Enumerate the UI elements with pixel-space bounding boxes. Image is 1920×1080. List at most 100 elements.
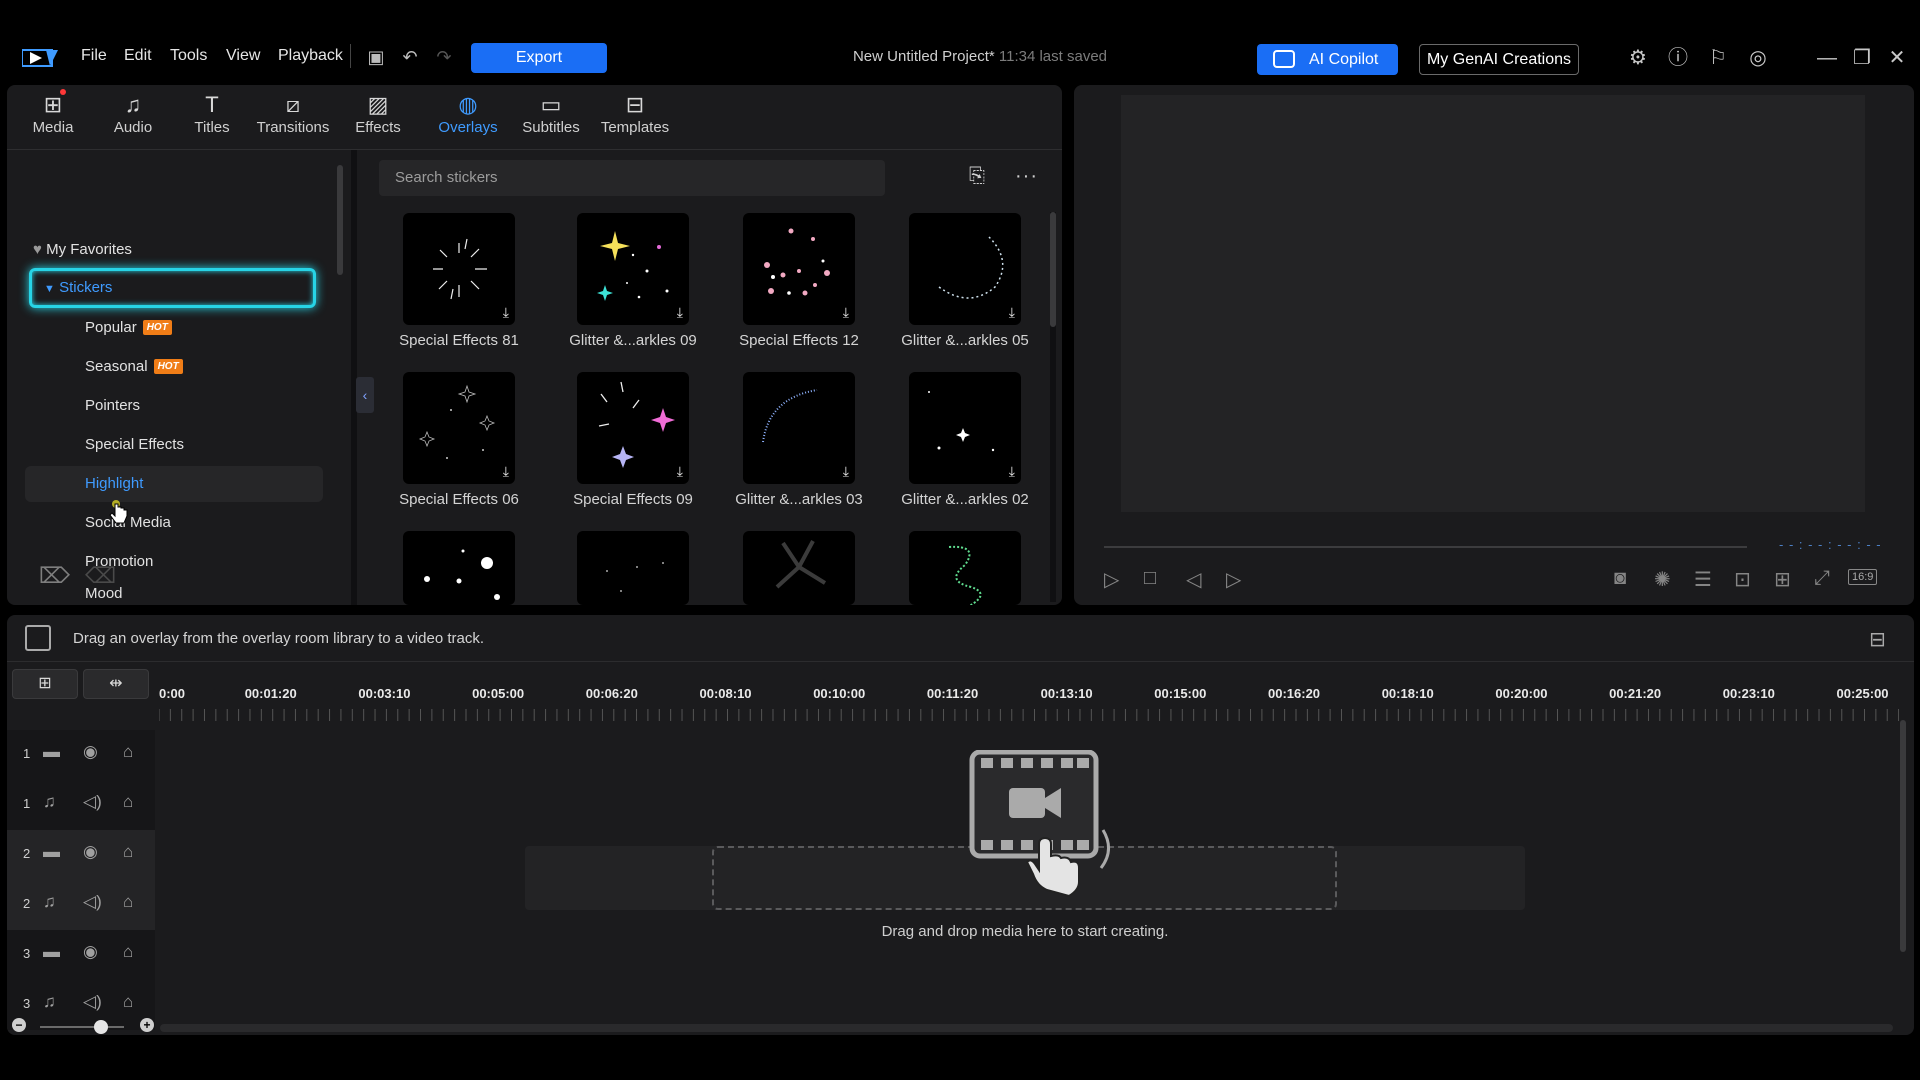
zoom-slider[interactable] <box>40 1026 124 1028</box>
lock-icon[interactable]: ⌂ <box>123 942 133 962</box>
lock-icon[interactable]: ⌂ <box>123 742 133 762</box>
menu-playback[interactable]: Playback <box>278 47 343 65</box>
tree-item-stickers[interactable]: ▼ Stickers <box>29 268 316 308</box>
tree-item-highlight[interactable]: Highlight <box>29 466 319 502</box>
tree-item-popular[interactable]: Popular HOT <box>29 310 319 346</box>
track-row-audio[interactable]: 1 ♫ ◁) ⌂ <box>7 780 155 830</box>
playback-progress-bar[interactable] <box>1104 546 1747 548</box>
menu-file[interactable]: File <box>81 47 107 65</box>
layout-icon[interactable]: ⊞ <box>1774 567 1791 592</box>
sticker-thumbnail[interactable]: ⤓ <box>909 372 1021 484</box>
tab-subtitles[interactable]: ▭ Subtitles <box>506 85 596 149</box>
track-row-video[interactable]: 3 ▬ ◉ ⌂ <box>7 930 155 980</box>
play-icon[interactable]: ▷ <box>1104 567 1119 592</box>
lock-icon[interactable]: ⌂ <box>123 792 133 812</box>
timeline-vertical-scrollbar[interactable] <box>1900 720 1906 952</box>
tree-item-special-effects[interactable]: Special Effects <box>29 427 319 463</box>
speaker-icon[interactable]: ◁) <box>83 892 102 912</box>
help-icon[interactable]: ⓘ <box>1666 46 1690 70</box>
search-input[interactable]: Search stickers <box>379 160 885 196</box>
close-icon[interactable]: ✕ <box>1885 46 1909 70</box>
speaker-icon[interactable]: ◁) <box>83 792 102 812</box>
sticker-thumbnail[interactable] <box>743 531 855 605</box>
zoom-preview-icon[interactable]: ⊡ <box>1734 567 1751 592</box>
download-icon[interactable]: ⤓ <box>677 304 683 321</box>
more-options-icon[interactable]: ··· <box>1015 165 1038 188</box>
restore-icon[interactable]: ❐ <box>1850 46 1874 70</box>
tab-overlays[interactable]: ◍ Overlays <box>423 85 513 149</box>
grid-scrollbar[interactable] <box>1050 212 1056 602</box>
import-sticker-icon[interactable]: ⎘ <box>969 165 985 188</box>
sticker-thumbnail[interactable]: ⤓ <box>403 213 515 325</box>
tab-templates[interactable]: ⊟ Templates <box>590 85 680 149</box>
download-icon[interactable]: ⤓ <box>1009 463 1015 480</box>
tree-item-my-favorites[interactable]: ♥ My Favorites <box>33 232 323 268</box>
download-icon[interactable]: ⤓ <box>503 463 509 480</box>
timeline-horizontal-scrollbar[interactable] <box>160 1024 1893 1032</box>
tree-item-promotion[interactable]: Social Media Promotion <box>29 544 319 580</box>
download-icon[interactable]: ⤓ <box>843 463 849 480</box>
download-icon[interactable]: ⤓ <box>843 304 849 321</box>
tree-item-mood[interactable]: Mood <box>29 583 319 605</box>
sticker-thumbnail[interactable]: ⤓ <box>743 213 855 325</box>
minimize-icon[interactable]: — <box>1815 46 1839 70</box>
zoom-slider-handle[interactable] <box>94 1020 108 1034</box>
notification-icon[interactable]: ⚐ <box>1706 46 1730 70</box>
lock-icon[interactable]: ⌂ <box>123 842 133 862</box>
collapse-panel-button[interactable]: ‹ <box>356 377 374 413</box>
ai-copilot-button[interactable]: AI Copilot <box>1257 44 1398 75</box>
speaker-icon[interactable]: ◁) <box>83 992 102 1012</box>
fullscreen-icon[interactable]: ⤢ <box>1814 567 1830 590</box>
track-row-audio[interactable]: 2 ♫ ◁) ⌂ <box>7 880 155 930</box>
sticker-thumbnail[interactable]: ⤓ <box>403 372 515 484</box>
stop-icon[interactable]: □ <box>1144 567 1156 590</box>
snapshot-icon[interactable]: ◙ <box>1614 567 1626 590</box>
undo-icon[interactable]: ↶ <box>399 46 421 68</box>
sticker-thumbnail[interactable] <box>577 531 689 605</box>
caption-icon[interactable]: ☰ <box>1694 567 1712 592</box>
tab-media[interactable]: ⊞ Media <box>8 85 98 149</box>
track-row-video[interactable]: 1 ▬ ◉ ⌂ <box>7 730 155 780</box>
timeline-settings-icon[interactable]: ⊟ <box>1869 627 1886 652</box>
track-manager-button[interactable]: ⊞ <box>12 669 78 699</box>
lock-icon[interactable]: ⌂ <box>123 892 133 912</box>
aspect-ratio-button[interactable]: 16:9 <box>1848 569 1878 585</box>
sticker-thumbnail[interactable]: ⤓ <box>909 213 1021 325</box>
sticker-thumbnail[interactable]: ⤓ <box>577 213 689 325</box>
brightness-icon[interactable]: ✺ <box>1654 567 1671 592</box>
tab-transitions[interactable]: ⧄ Transitions <box>248 85 338 149</box>
download-icon[interactable]: ⤓ <box>1009 304 1015 321</box>
remove-tag-icon[interactable]: ⌫ <box>85 563 116 589</box>
menu-edit[interactable]: Edit <box>124 47 152 65</box>
sticker-thumbnail[interactable]: ⤓ <box>577 372 689 484</box>
eye-icon[interactable]: ◉ <box>83 842 98 862</box>
tab-effects[interactable]: ▨ Effects <box>338 85 418 149</box>
track-row-video[interactable]: 2 ▬ ◉ ⌂ <box>7 830 155 880</box>
tree-scrollbar[interactable] <box>337 165 343 275</box>
tree-item-seasonal[interactable]: Seasonal HOT <box>29 349 319 385</box>
settings-gear-icon[interactable]: ⚙ <box>1626 46 1650 70</box>
tab-titles[interactable]: T Titles <box>167 85 257 149</box>
export-button[interactable]: Export <box>471 43 607 73</box>
zoom-out-icon[interactable]: − <box>12 1018 26 1032</box>
sticker-thumbnail[interactable]: ⤓ <box>743 372 855 484</box>
fit-timeline-button[interactable]: ⇹ <box>83 669 149 699</box>
add-tag-icon[interactable]: ⌦ <box>39 563 70 589</box>
next-frame-icon[interactable]: ▷ <box>1226 567 1241 592</box>
account-icon[interactable]: ◎ <box>1746 46 1770 70</box>
my-genai-creations-button[interactable]: My GenAI Creations <box>1419 44 1579 75</box>
sticker-thumbnail[interactable] <box>403 531 515 605</box>
lock-icon[interactable]: ⌂ <box>123 992 133 1012</box>
download-icon[interactable]: ⤓ <box>677 463 683 480</box>
tree-item-pointers[interactable]: Pointers <box>29 388 319 424</box>
grid-scrollbar-thumb[interactable] <box>1050 212 1056 327</box>
redo-icon[interactable]: ↷ <box>433 46 455 68</box>
zoom-in-icon[interactable]: + <box>140 1018 154 1032</box>
menu-tools[interactable]: Tools <box>170 47 207 65</box>
track-row-audio[interactable]: 3 ♫ ◁) ⌂ <box>7 980 155 1030</box>
tree-item-social-media[interactable]: Social Media <box>29 505 319 541</box>
previous-frame-icon[interactable]: ◁ <box>1186 567 1201 592</box>
eye-icon[interactable]: ◉ <box>83 742 98 762</box>
tab-audio[interactable]: ♫ Audio <box>88 85 178 149</box>
menu-view[interactable]: View <box>226 47 260 65</box>
